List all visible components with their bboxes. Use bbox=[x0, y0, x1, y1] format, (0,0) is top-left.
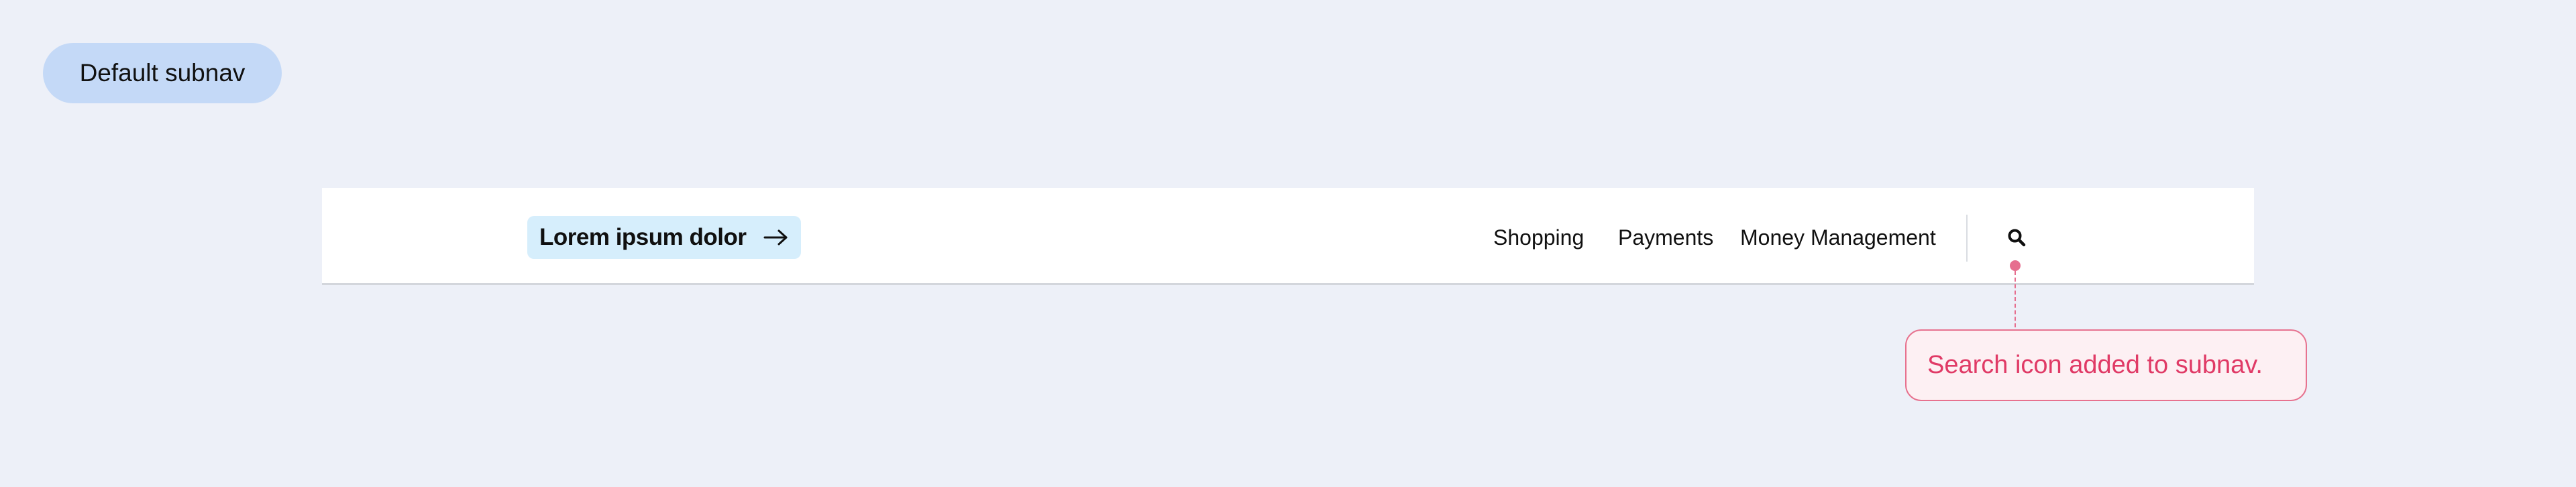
section-label-text: Default subnav bbox=[79, 59, 246, 87]
annotation-connector-dot bbox=[2010, 260, 2021, 271]
nav-item-money-management[interactable]: Money Management bbox=[1740, 217, 1936, 258]
nav-divider bbox=[1966, 215, 1968, 262]
search-icon bbox=[2007, 228, 2026, 247]
nav-item-shopping[interactable]: Shopping bbox=[1493, 217, 1584, 258]
annotation-callout: Search icon added to subnav. bbox=[1905, 329, 2307, 401]
annotation-text: Search icon added to subnav. bbox=[1927, 351, 2263, 379]
brand-link-label: Lorem ipsum dolor bbox=[539, 224, 747, 250]
nav-item-payments[interactable]: Payments bbox=[1618, 217, 1713, 258]
section-label-pill: Default subnav bbox=[43, 43, 282, 103]
brand-link[interactable]: Lorem ipsum dolor bbox=[527, 216, 802, 259]
arrow-right-icon bbox=[763, 228, 789, 247]
subnav-bar: Lorem ipsum dolor Shopping Payments Mone… bbox=[322, 188, 2254, 285]
search-button[interactable] bbox=[2006, 227, 2027, 248]
annotation-connector-line bbox=[2015, 271, 2016, 327]
